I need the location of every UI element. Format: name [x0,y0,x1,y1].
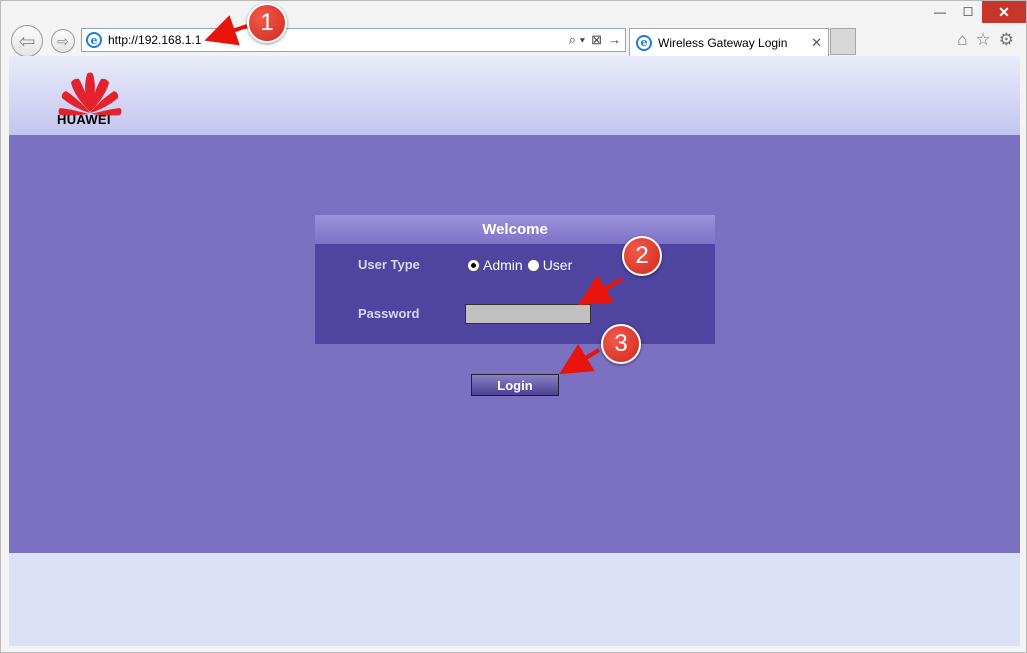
main-content: Welcome User Type Admin User Password Lo… [9,135,1020,553]
user-radio-label[interactable]: User [543,257,573,273]
maximize-button[interactable]: ☐ [954,1,982,23]
ie-tab-icon: e [636,34,652,51]
window-controls: — ☐ ✕ [926,1,1026,23]
tab-title: Wireless Gateway Login [658,35,788,50]
search-icon[interactable]: ⌕ ▾ [569,32,585,48]
favorites-star-icon[interactable]: ☆ [976,30,991,50]
address-bar[interactable]: e http://192.168.1.1 ⌕ ▾ ⊠ → [81,28,626,52]
forward-button[interactable]: ⇨ [51,29,75,53]
ie-page-icon: e [86,32,102,48]
close-window-button[interactable]: ✕ [982,1,1026,23]
tab-wireless-gateway-login[interactable]: e Wireless Gateway Login ✕ [629,28,829,56]
panel-title: Welcome [315,215,715,244]
annotation-badge-3: 3 [601,324,641,364]
go-arrow-icon[interactable]: → [608,32,621,48]
web-page: HUAWEI Welcome User Type Admin User Pass… [9,56,1020,646]
browser-tools: ⌂ ☆ ⚙ [957,30,1014,50]
huawei-logo-text: HUAWEI [57,112,111,127]
home-icon[interactable]: ⌂ [957,30,967,50]
user-type-label: User Type [358,257,420,272]
annotation-badge-1: 1 [247,3,287,43]
page-header: HUAWEI [9,56,1020,135]
browser-window: — ☐ ✕ ⇦ ⇨ e http://192.168.1.1 ⌕ ▾ ⊠ → e… [0,0,1027,653]
user-type-radio-group: Admin User [467,257,576,273]
compatibility-view-icon[interactable]: ⊠ [591,32,602,48]
annotation-badge-2: 2 [622,236,662,276]
radio-selected-dot [471,262,476,268]
admin-radio-label[interactable]: Admin [483,257,523,273]
minimize-button[interactable]: — [926,1,954,23]
password-label: Password [358,306,420,321]
address-bar-tools: ⌕ ▾ ⊠ → [569,32,621,48]
admin-radio[interactable] [467,258,480,272]
user-radio[interactable] [526,258,540,272]
back-button[interactable]: ⇦ [11,25,43,57]
tab-close-icon[interactable]: ✕ [811,35,822,51]
settings-gear-icon[interactable]: ⚙ [999,30,1014,50]
password-input[interactable] [465,304,591,324]
url-text[interactable]: http://192.168.1.1 [108,33,201,47]
login-button[interactable]: Login [471,374,559,396]
new-tab-button[interactable] [830,28,856,55]
